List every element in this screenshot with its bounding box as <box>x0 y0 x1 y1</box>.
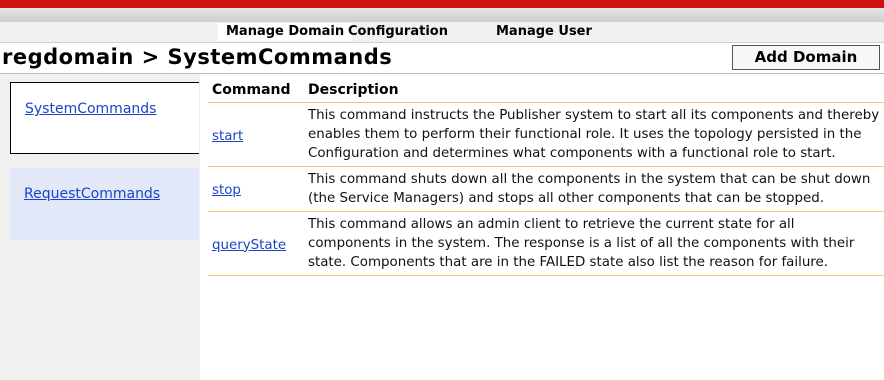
sidebar: SystemCommands RequestCommands <box>0 74 200 380</box>
title-bar: regdomain > SystemCommands Add Domain <box>0 43 884 74</box>
table-header-row: Command Description <box>208 78 884 103</box>
tab-configuration[interactable]: Configuration <box>340 23 456 41</box>
sidebar-item-label[interactable]: RequestCommands <box>24 186 160 202</box>
command-link-querystate[interactable]: queryState <box>212 238 286 253</box>
command-link-stop[interactable]: stop <box>212 183 241 198</box>
commands-table: Command Description start This command i… <box>208 78 884 276</box>
command-description: This command shuts down all the componen… <box>304 166 884 212</box>
tab-manage-domain[interactable]: Manage Domain <box>218 23 353 41</box>
page-title: regdomain > SystemCommands <box>2 45 393 69</box>
command-description: This command instructs the Publisher sys… <box>304 102 884 167</box>
top-gradient-bar <box>0 8 884 22</box>
sidebar-item-systemcommands[interactable]: SystemCommands <box>10 82 199 154</box>
sidebar-item-requestcommands[interactable]: RequestCommands <box>10 168 199 240</box>
top-nav: Manage Domain Configuration Manage User <box>0 22 884 43</box>
top-red-bar <box>0 0 884 8</box>
command-description: This command allows an admin client to r… <box>304 211 884 276</box>
table-row: stop This command shuts down all the com… <box>208 166 884 212</box>
tab-manage-user[interactable]: Manage User <box>488 23 600 41</box>
command-link-start[interactable]: start <box>212 129 243 144</box>
sidebar-item-label[interactable]: SystemCommands <box>25 101 156 117</box>
column-header-description: Description <box>304 78 884 103</box>
table-row: start This command instructs the Publish… <box>208 102 884 167</box>
add-domain-button[interactable]: Add Domain <box>732 45 880 70</box>
commands-panel: Command Description start This command i… <box>208 78 884 276</box>
table-row: queryState This command allows an admin … <box>208 211 884 276</box>
column-header-command: Command <box>208 78 304 103</box>
